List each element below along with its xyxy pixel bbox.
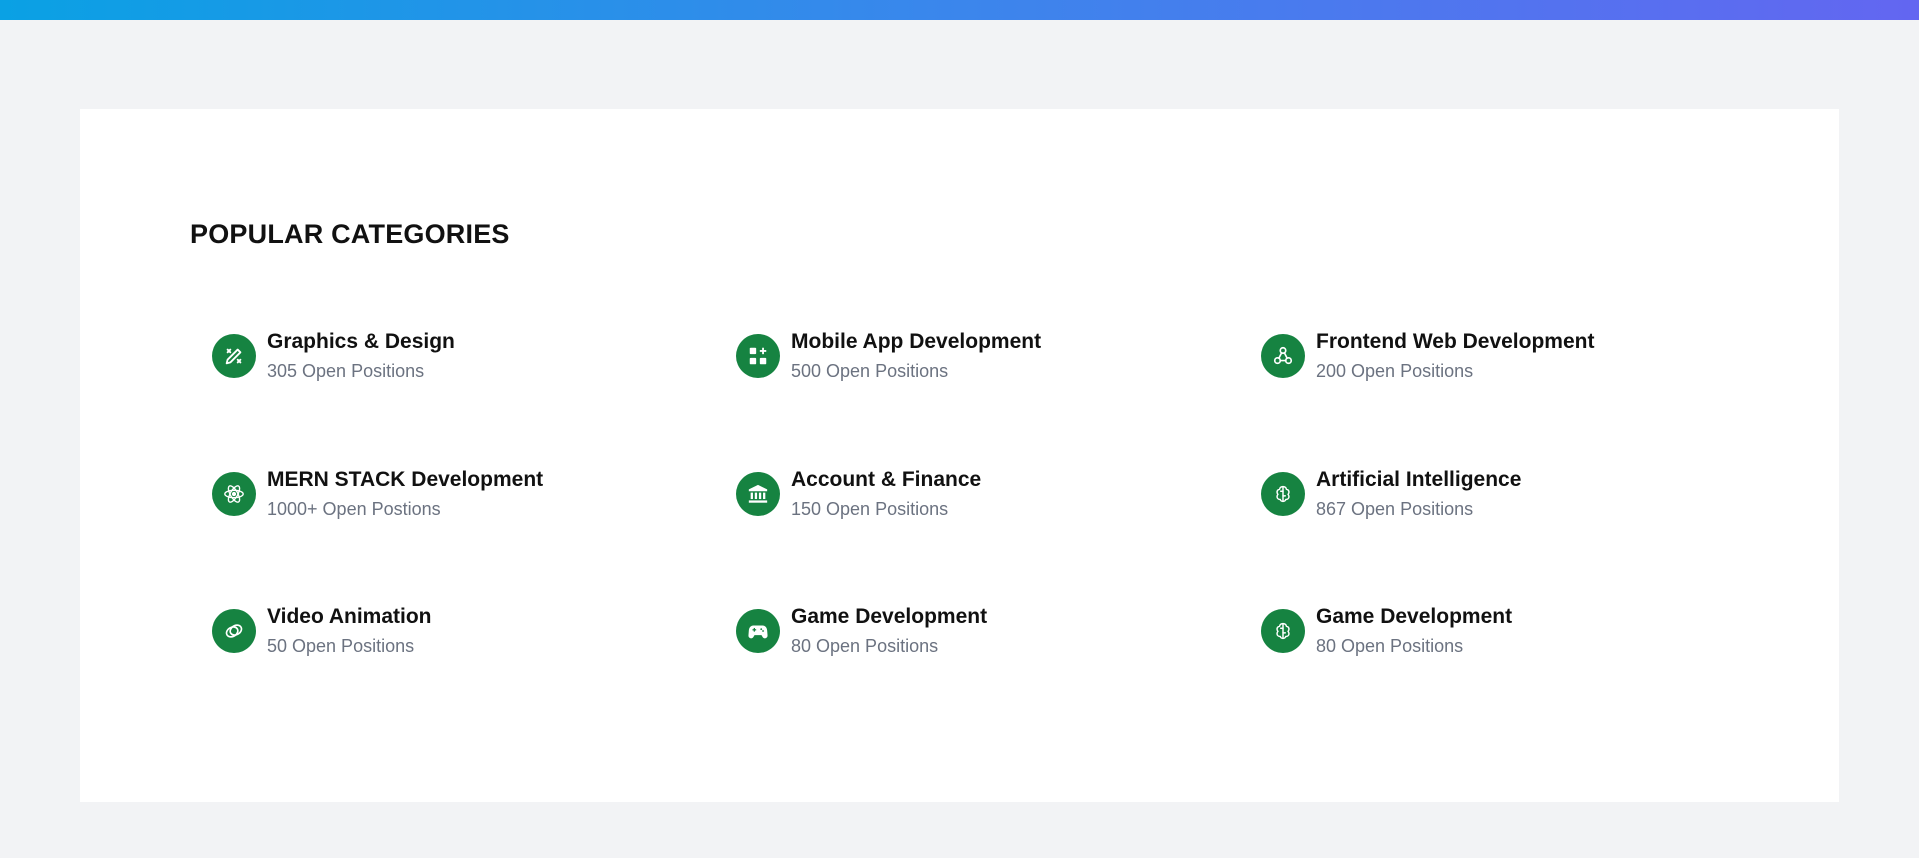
- category-name: Account & Finance: [791, 468, 982, 491]
- category-count: 150 Open Positions: [791, 499, 949, 519]
- category-account-finance[interactable]: Account & Finance 150 Open Positions: [736, 467, 981, 521]
- category-name: Graphics & Design: [267, 330, 455, 353]
- gamepad-icon: [736, 609, 780, 653]
- category-game-development-2[interactable]: Game Development 80 Open Positions: [1261, 604, 1512, 658]
- category-name: Video Animation: [267, 605, 432, 628]
- category-video-animation[interactable]: Video Animation 50 Open Positions: [212, 604, 432, 658]
- category-count: 50 Open Positions: [267, 636, 415, 656]
- category-graphics-design[interactable]: Graphics & Design 305 Open Positions: [212, 329, 455, 383]
- bank-icon: [736, 472, 780, 516]
- category-mern-stack-development[interactable]: MERN STACK Development 1000+ Open Postio…: [212, 467, 543, 521]
- category-count: 200 Open Positions: [1316, 361, 1474, 381]
- brain-icon: [1261, 609, 1305, 653]
- category-count: 1000+ Open Postions: [267, 499, 441, 519]
- category-frontend-web-development[interactable]: Frontend Web Development 200 Open Positi…: [1261, 329, 1594, 383]
- category-count: 867 Open Positions: [1316, 499, 1474, 519]
- design-tools-icon: [212, 334, 256, 378]
- categories-grid: Graphics & Design 305 Open Positions Mob…: [212, 329, 1772, 749]
- category-name: Artificial Intelligence: [1316, 468, 1522, 491]
- category-name: Frontend Web Development: [1316, 330, 1595, 353]
- category-count: 500 Open Positions: [791, 361, 949, 381]
- webhook-icon: [1261, 334, 1305, 378]
- video-rings-icon: [212, 609, 256, 653]
- category-mobile-app-development[interactable]: Mobile App Development 500 Open Position…: [736, 329, 1041, 383]
- react-atom-icon: [212, 472, 256, 516]
- top-gradient-bar: [0, 0, 1919, 20]
- category-name: Mobile App Development: [791, 330, 1042, 353]
- category-name: Game Development: [1316, 605, 1513, 628]
- category-count: 305 Open Positions: [267, 361, 425, 381]
- category-count: 80 Open Positions: [1316, 636, 1464, 656]
- categories-card: POPULAR CATEGORIES Graphics & Design 305…: [80, 109, 1839, 802]
- category-artificial-intelligence[interactable]: Artificial Intelligence 867 Open Positio…: [1261, 467, 1521, 521]
- brain-icon: [1261, 472, 1305, 516]
- category-game-development[interactable]: Game Development 80 Open Positions: [736, 604, 987, 658]
- apps-grid-icon: [736, 334, 780, 378]
- category-count: 80 Open Positions: [791, 636, 939, 656]
- category-name: Game Development: [791, 605, 988, 628]
- category-name: MERN STACK Development: [267, 468, 544, 491]
- section-title: POPULAR CATEGORIES: [190, 219, 510, 249]
